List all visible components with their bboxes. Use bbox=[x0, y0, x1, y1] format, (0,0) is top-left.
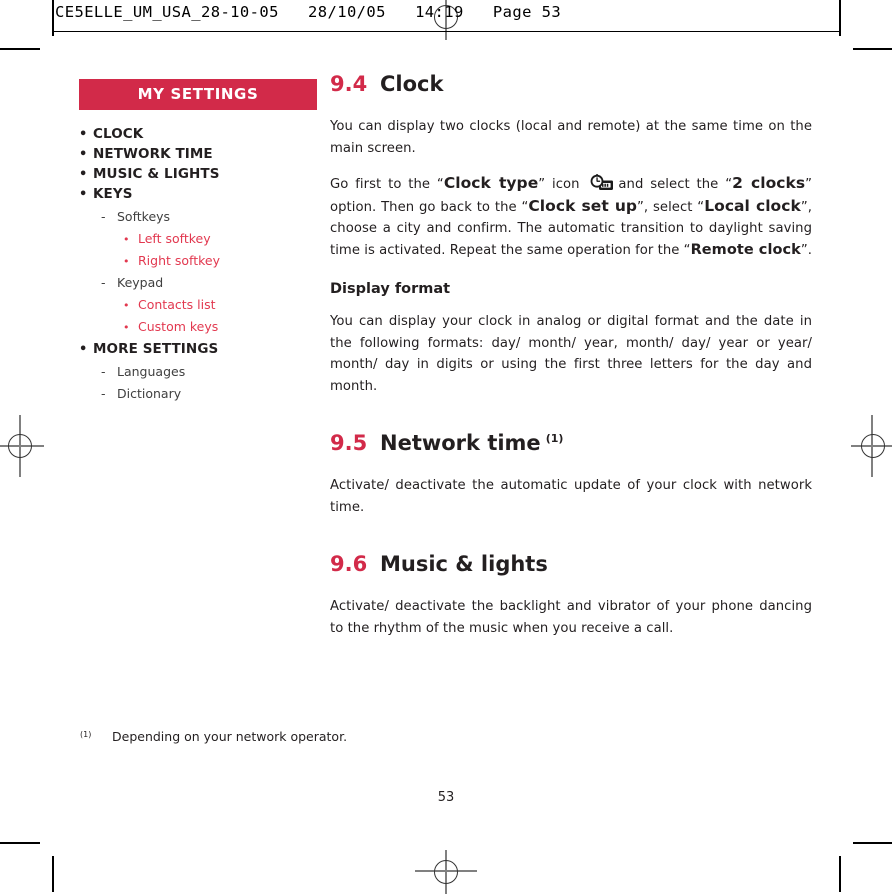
page-number: 53 bbox=[437, 790, 455, 805]
sidebar-item-languages[interactable]: - Languages bbox=[101, 364, 317, 379]
section-heading-9-5: 9.5 Network time (1) bbox=[330, 431, 812, 455]
dash-icon: - bbox=[101, 275, 106, 290]
crop-mark-bottom-right-horizontal bbox=[853, 842, 892, 844]
text-run-2: ” icon bbox=[538, 177, 580, 192]
section-heading-9-6: 9.6 Music & lights bbox=[330, 552, 812, 576]
sidebar-item-left-softkey[interactable]: • Left softkey bbox=[123, 231, 317, 246]
footnote: (1) Depending on your network operator. bbox=[80, 729, 680, 744]
ui-term-clock-type: Clock type bbox=[443, 174, 539, 192]
bullet-icon: • bbox=[123, 321, 130, 334]
paragraph-9-6: Activate/ deactivate the backlight and v… bbox=[330, 599, 812, 636]
bullet-icon: • bbox=[79, 147, 88, 162]
sidebar: MY SETTINGS • CLOCK • NETWORK TIME • MUSIC & … bbox=[79, 79, 317, 408]
paragraph-display-format: You can display your clock in analog or … bbox=[330, 314, 812, 394]
text-run-1: Go first to the “ bbox=[330, 177, 444, 192]
sidebar-item-label: KEYS bbox=[93, 186, 133, 202]
sidebar-item-label: NETWORK TIME bbox=[93, 146, 213, 162]
sidebar-item-label: Softkeys bbox=[117, 209, 171, 224]
bullet-icon: • bbox=[123, 233, 130, 246]
sidebar-item-label: Right softkey bbox=[138, 253, 221, 268]
clock-icon bbox=[589, 174, 615, 192]
sidebar-item-label: Languages bbox=[117, 364, 186, 379]
dash-icon: - bbox=[101, 364, 106, 379]
sidebar-item-label: Contacts list bbox=[138, 297, 216, 312]
bullet-icon: • bbox=[123, 299, 130, 312]
crop-mark-bottom-left-vertical bbox=[52, 856, 54, 892]
sidebar-item-contacts-list[interactable]: • Contacts list bbox=[123, 297, 317, 312]
text-run-7: ”. bbox=[800, 242, 812, 258]
footnote-marker: (1) bbox=[80, 730, 92, 739]
sidebar-item-music-lights[interactable]: • MUSIC & LIGHTS bbox=[79, 166, 317, 182]
sidebar-item-custom-keys[interactable]: • Custom keys bbox=[123, 319, 317, 334]
sidebar-item-network-time[interactable]: • NETWORK TIME bbox=[79, 146, 317, 162]
sidebar-title: MY SETTINGS bbox=[79, 79, 317, 110]
sidebar-item-label: Left softkey bbox=[138, 231, 211, 246]
ui-term-local-clock: Local clock bbox=[704, 196, 801, 215]
text-run-3: and select the “ bbox=[618, 177, 733, 192]
paragraph-9-4-intro: You can display two clocks (local and re… bbox=[330, 119, 812, 156]
section-heading-9-4: 9.4 Clock bbox=[330, 72, 812, 96]
sidebar-item-label: Keypad bbox=[117, 275, 164, 290]
text-run-5: ”, select “ bbox=[637, 199, 705, 215]
paragraph-9-5: Activate/ deactivate the automatic updat… bbox=[330, 478, 812, 515]
dash-icon: - bbox=[101, 386, 106, 401]
sidebar-item-label: MORE SETTINGS bbox=[93, 341, 219, 357]
section-number-9-4: 9.4 bbox=[330, 72, 368, 96]
ui-term-2-clocks: 2 clocks bbox=[732, 174, 806, 192]
bullet-icon: • bbox=[79, 342, 88, 357]
main-content: 9.4 Clock You can display two clocks (lo… bbox=[330, 72, 812, 639]
sidebar-item-more-settings[interactable]: • MORE SETTINGS bbox=[79, 341, 317, 357]
footnote-text: Depending on your network operator. bbox=[112, 729, 348, 744]
manual-page: CE5ELLE_UM_USA_28-10-05 28/10/05 14:19 P… bbox=[0, 0, 892, 894]
sidebar-item-label: Dictionary bbox=[117, 386, 182, 401]
sidebar-item-label: Custom keys bbox=[138, 319, 219, 334]
paragraph-9-4-procedure: Go first to the “Clock type” icon and se… bbox=[330, 173, 812, 261]
crop-mark-bottom-left-horizontal bbox=[0, 842, 40, 844]
sidebar-item-label: CLOCK bbox=[93, 126, 144, 142]
sidebar-item-clock[interactable]: • CLOCK bbox=[79, 126, 317, 142]
imposition-slug-text: CE5ELLE_UM_USA_28-10-05 28/10/05 14:19 P… bbox=[55, 3, 562, 21]
section-number-9-6: 9.6 bbox=[330, 552, 368, 576]
dash-icon: - bbox=[101, 209, 106, 224]
section-title-9-4: Clock bbox=[380, 72, 444, 96]
crop-mark-top-right-horizontal bbox=[853, 48, 892, 50]
crop-mark-bottom-right-vertical bbox=[839, 856, 841, 892]
sidebar-item-keypad[interactable]: - Keypad bbox=[101, 275, 317, 290]
bullet-icon: • bbox=[79, 127, 88, 142]
bullet-icon: • bbox=[123, 255, 130, 268]
section-number-9-5: 9.5 bbox=[330, 431, 368, 455]
section-title-9-6: Music & lights bbox=[380, 552, 548, 576]
registration-mark-left bbox=[0, 415, 44, 477]
sidebar-item-dictionary[interactable]: - Dictionary bbox=[101, 386, 317, 401]
footnote-ref-9-5: (1) bbox=[545, 432, 564, 445]
sidebar-item-keys[interactable]: • KEYS bbox=[79, 186, 317, 202]
ui-term-clock-set-up: Clock set up bbox=[528, 196, 638, 215]
bullet-icon: • bbox=[79, 167, 88, 182]
sidebar-item-softkeys[interactable]: - Softkeys bbox=[101, 209, 317, 224]
section-title-9-5: Network time bbox=[380, 431, 541, 455]
sidebar-item-label: MUSIC & LIGHTS bbox=[93, 166, 220, 182]
registration-mark-right bbox=[851, 415, 892, 477]
sidebar-toc: • CLOCK • NETWORK TIME • MUSIC & LIGHTS • KEYS -… bbox=[79, 126, 317, 401]
subheading-display-format: Display format bbox=[330, 281, 451, 297]
bullet-icon: • bbox=[79, 187, 88, 202]
crop-mark-top-left-horizontal bbox=[0, 48, 40, 50]
ui-term-remote-clock: Remote clock bbox=[690, 241, 801, 258]
registration-mark-bottom bbox=[415, 850, 477, 894]
sidebar-item-right-softkey[interactable]: • Right softkey bbox=[123, 253, 317, 268]
